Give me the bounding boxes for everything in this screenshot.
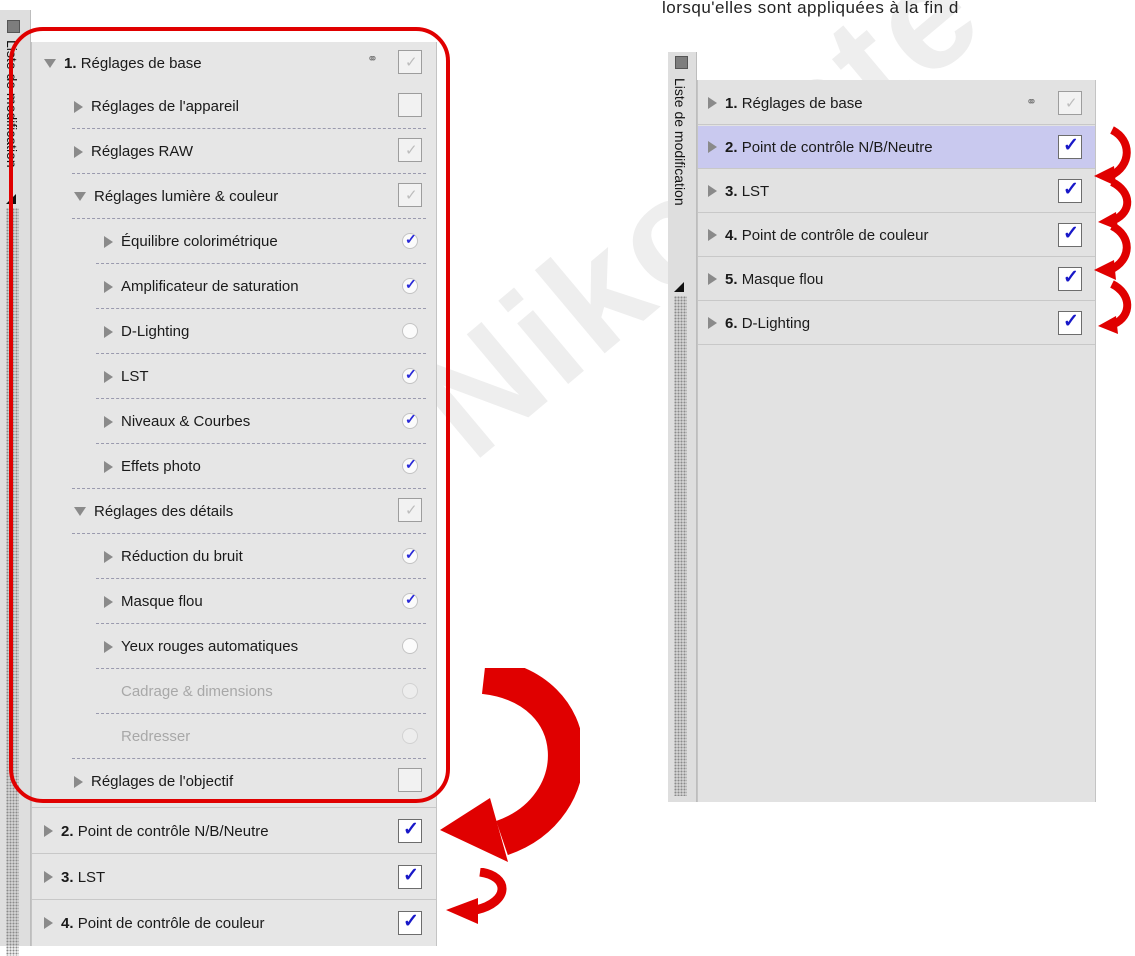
step-number: 2. [61, 822, 74, 840]
checkmark-icon: ✓ [1063, 311, 1079, 332]
step-number: 6. [725, 314, 738, 332]
highlight-frame [9, 27, 450, 803]
row-divider [32, 853, 436, 854]
step-row[interactable]: 3. LST [32, 856, 436, 898]
step-label: Point de contrôle de couleur [77, 914, 265, 932]
expand-triangle-icon[interactable] [708, 97, 717, 109]
top-text: lorsqu'elles sont appliquées à la fin d [662, 0, 959, 17]
resize-corner-icon[interactable] [674, 282, 684, 292]
expand-triangle-icon[interactable] [708, 141, 717, 153]
expand-triangle-icon[interactable] [708, 229, 717, 241]
reorder-arrow-icon [440, 668, 580, 862]
row-divider [32, 899, 436, 900]
step-row[interactable]: 2. Point de contrôle N/B/Neutre [698, 126, 1095, 168]
step-row[interactable]: 6. D-Lighting [698, 302, 1095, 344]
minimize-icon[interactable] [675, 56, 688, 69]
step-row[interactable]: 4. Point de contrôle de couleur [32, 902, 436, 944]
step-number: 5. [725, 270, 738, 288]
checkmark-icon: ✓ [403, 865, 419, 886]
row-divider [698, 344, 1095, 345]
step-number: 3. [725, 182, 738, 200]
row-divider [698, 124, 1095, 125]
step-label: Masque flou [741, 270, 824, 288]
step-label: Point de contrôle N/B/Neutre [741, 138, 933, 156]
checkmark-icon: ✓ [1065, 95, 1078, 112]
step-number: 4. [61, 914, 74, 932]
step-row[interactable]: 4. Point de contrôle de couleur [698, 214, 1095, 256]
checkbox[interactable]: ✓ [1058, 91, 1082, 115]
row-divider [698, 300, 1095, 301]
checkbox[interactable]: ✓ [1058, 311, 1082, 335]
step-label: LST [741, 182, 770, 200]
reorder-arrow-icon [1094, 126, 1132, 334]
expand-triangle-icon[interactable] [44, 871, 53, 883]
checkmark-icon: ✓ [1063, 223, 1079, 244]
step-row[interactable]: 2. Point de contrôle N/B/Neutre [32, 810, 436, 852]
checkbox[interactable]: ✓ [1058, 135, 1082, 159]
checkbox[interactable]: ✓ [398, 911, 422, 935]
checkmark-icon: ✓ [403, 911, 419, 932]
expand-triangle-icon[interactable] [708, 273, 717, 285]
side-label: Liste de modification [672, 78, 688, 206]
reorder-arrow-icon [446, 868, 507, 924]
step-row[interactable]: 3. LST [698, 170, 1095, 212]
right-side-strip: Liste de modification [668, 52, 697, 802]
checkbox[interactable]: ✓ [398, 865, 422, 889]
checkbox[interactable]: ✓ [398, 819, 422, 843]
checkbox[interactable]: ✓ [1058, 223, 1082, 247]
expand-triangle-icon[interactable] [44, 917, 53, 929]
expand-triangle-icon[interactable] [708, 185, 717, 197]
checkmark-icon: ✓ [403, 819, 419, 840]
expand-triangle-icon[interactable] [44, 825, 53, 837]
resize-grip[interactable] [674, 296, 687, 796]
row-divider [32, 807, 436, 808]
step-number: 3. [61, 868, 74, 886]
step-row[interactable]: 5. Masque flou [698, 258, 1095, 300]
row-divider [698, 212, 1095, 213]
expand-triangle-icon[interactable] [708, 317, 717, 329]
step-label: Point de contrôle N/B/Neutre [77, 822, 269, 840]
step-label: D-Lighting [741, 314, 811, 332]
step-number: 4. [725, 226, 738, 244]
link-icon[interactable]: ⚭ [1026, 94, 1037, 110]
checkmark-icon: ✓ [1063, 267, 1079, 288]
checkmark-icon: ✓ [1063, 179, 1079, 200]
right-edit-list-panel: 1. Réglages de base ⚭ ✓ 2. Point de contrôl… [697, 80, 1096, 802]
checkbox[interactable]: ✓ [1058, 267, 1082, 291]
minimize-icon[interactable] [7, 20, 20, 33]
row-divider [698, 168, 1095, 169]
step-label: LST [77, 868, 106, 886]
row-divider [698, 256, 1095, 257]
step-number: 1. [725, 94, 738, 112]
checkmark-icon: ✓ [1063, 135, 1079, 156]
step-number: 2. [725, 138, 738, 156]
step-label: Point de contrôle de couleur [741, 226, 929, 244]
step-label: Réglages de base [741, 94, 863, 112]
checkbox[interactable]: ✓ [1058, 179, 1082, 203]
